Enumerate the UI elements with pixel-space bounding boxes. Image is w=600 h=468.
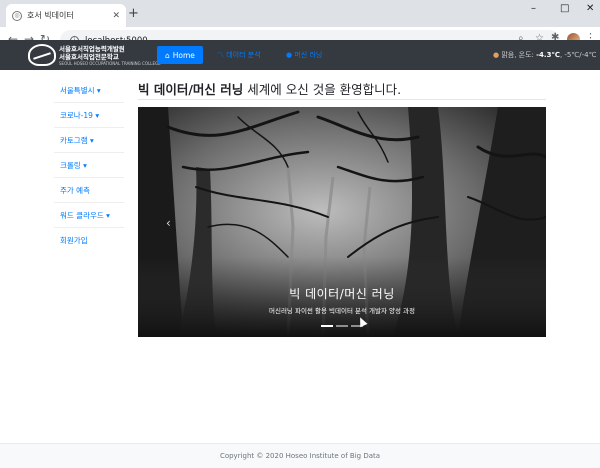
- nav-data-analysis-link[interactable]: 〽 데이터 분석: [217, 50, 261, 60]
- nav-machine-learning-link[interactable]: ● 머신 러닝: [286, 50, 322, 60]
- brand-logo[interactable]: 서울호서직업능력개발원 서울호서직업전문학교 SEOUL HOSEO OCCUP…: [28, 44, 161, 66]
- page-title: 빅 데이터/머신 러닝 세계에 오신 것을 환영합니다.: [138, 79, 401, 98]
- sidebar-item-covid19[interactable]: 코로나-19 ▾: [54, 103, 124, 128]
- nav-data-analysis-label: 데이터 분석: [226, 51, 261, 59]
- weather-widget: ● 맑음, 온도: -4.3℃, -5℃/-4℃: [493, 50, 596, 60]
- brand-subtitle: SEOUL HOSEO OCCUPATIONAL TRAINING COLLEG…: [59, 60, 161, 66]
- home-icon: ⌂: [165, 50, 170, 60]
- carousel-caption-title: 빅 데이터/머신 러닝: [289, 287, 395, 301]
- brand-line1: 서울호서직업능력개발원: [59, 44, 125, 53]
- minimize-button[interactable]: –: [531, 3, 536, 14]
- weather-icon: ●: [493, 51, 500, 59]
- carousel-caption: 빅 데이터/머신 러닝 머신러닝 파이썬 활용 빅데이터 분석 개발자 양성 과…: [138, 285, 546, 315]
- hero-carousel[interactable]: ‹ 빅 데이터/머신 러닝 머신러닝 파이썬 활용 빅데이터 분석 개발자 양성…: [138, 107, 546, 337]
- browser-tabstrip: ◎ 호서 빅데이터 ✕ + – □ ✕: [0, 0, 600, 27]
- chart-icon: 〽: [217, 51, 224, 59]
- brand-emblem-icon: [28, 44, 56, 66]
- sidebar-item-crawling[interactable]: 크롤링 ▾: [54, 153, 124, 178]
- title-divider: [138, 99, 546, 100]
- carousel-indicator[interactable]: [321, 325, 333, 327]
- sidebar-item-signup[interactable]: 회원가입: [54, 228, 124, 253]
- site-favicon-icon: ◎: [12, 10, 22, 21]
- nav-home-button[interactable]: ⌂ Home: [157, 46, 203, 64]
- globe-icon: ●: [286, 51, 293, 59]
- carousel-prev-icon: ‹: [166, 216, 171, 230]
- weather-range: , -5℃/-4℃: [559, 51, 597, 59]
- browser-tab[interactable]: ◎ 호서 빅데이터 ✕: [6, 4, 126, 27]
- carousel-caption-subtitle: 머신러닝 파이썬 활용 빅데이터 분석 개발자 양성 과정: [268, 307, 416, 315]
- sidebar-item-cartogram[interactable]: 카토그램 ▾: [54, 128, 124, 153]
- sidebar-item-stock-prediction[interactable]: 주가 예측: [54, 178, 124, 203]
- new-tab-button[interactable]: +: [128, 6, 139, 21]
- brand-line2: 서울호서직업전문학교: [59, 52, 119, 61]
- sidebar-item-word-cloud[interactable]: 워드 클라우드 ▾: [54, 203, 124, 228]
- carousel-indicator[interactable]: [336, 325, 348, 327]
- window-close-button[interactable]: ✕: [586, 3, 594, 14]
- site-navbar: 서울호서직업능력개발원 서울호서직업전문학교 SEOUL HOSEO OCCUP…: [0, 40, 600, 70]
- tab-close-icon[interactable]: ✕: [112, 11, 120, 21]
- nav-home-label: Home: [172, 50, 195, 60]
- maximize-button[interactable]: □: [560, 3, 569, 14]
- weather-prefix: 맑음, 온도:: [501, 51, 537, 59]
- carousel-indicators: [321, 325, 363, 327]
- nav-machine-learning-label: 머신 러닝: [294, 51, 323, 59]
- sidebar-item-seoul[interactable]: 서울특별시 ▾: [54, 78, 124, 103]
- footer-copyright: Copyright © 2020 Hoseo Institute of Big …: [219, 452, 381, 460]
- tab-title: 호서 빅데이터: [27, 11, 74, 20]
- page-footer: Copyright © 2020 Hoseo Institute of Big …: [0, 443, 600, 468]
- sidebar-nav: 서울특별시 ▾ 코로나-19 ▾ 카토그램 ▾ 크롤링 ▾ 주가 예측 워드 클…: [54, 78, 124, 253]
- page-title-bold: 빅 데이터/머신 러닝: [138, 82, 244, 97]
- page-title-rest: 세계에 오신 것을 환영합니다.: [243, 82, 402, 97]
- weather-temp: -4.3℃: [536, 51, 560, 59]
